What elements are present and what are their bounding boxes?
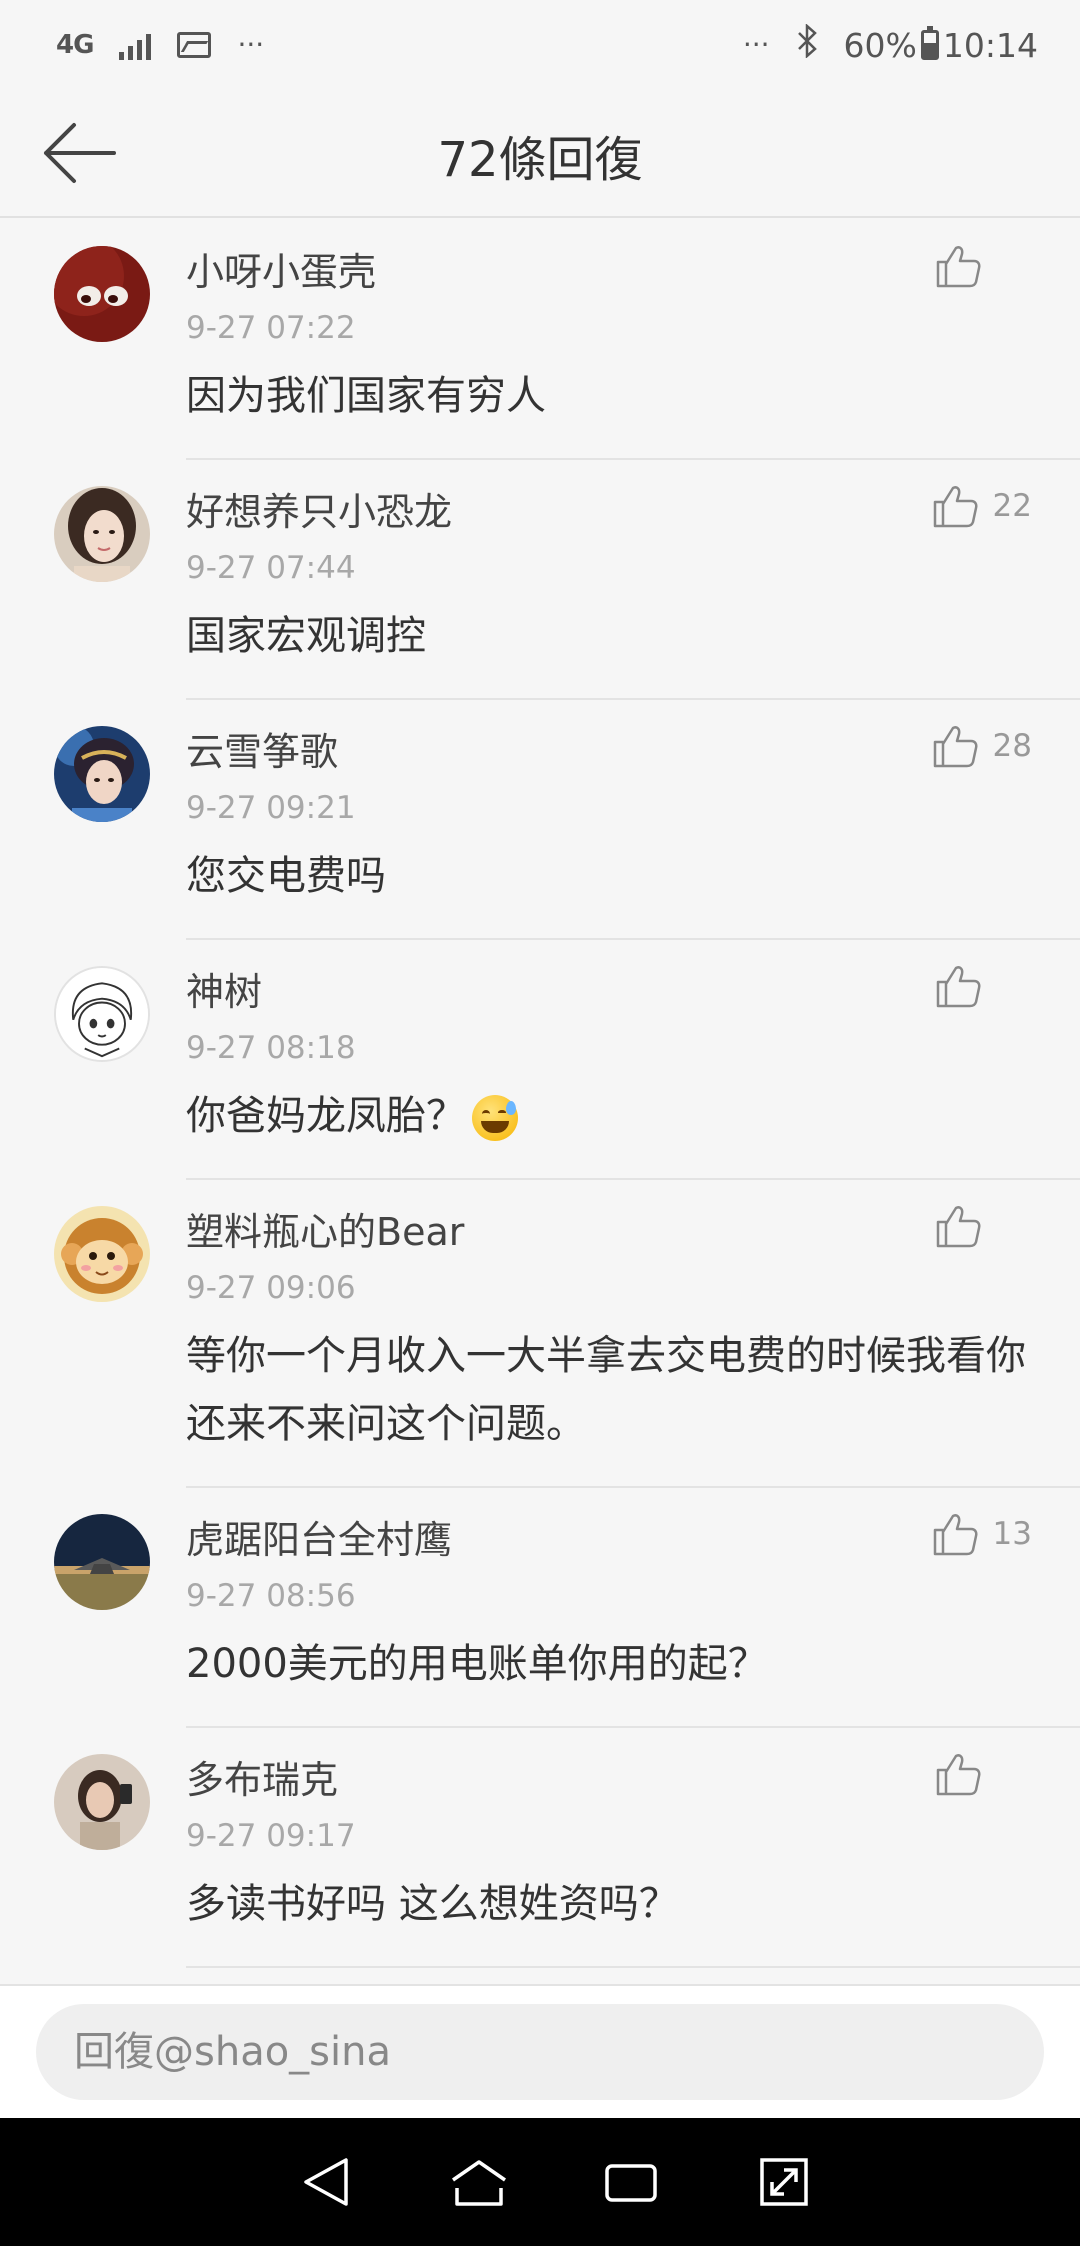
nav-recents-button[interactable] — [586, 2137, 676, 2227]
avatar[interactable] — [54, 246, 150, 342]
comment-time: 9-27 07:22 — [186, 310, 356, 346]
like-count: 28 — [992, 728, 1032, 764]
comment-item[interactable]: 云雪筝歌 9-27 09:21 您交电费吗 28 — [0, 700, 1080, 940]
thumbs-up-icon — [936, 246, 981, 288]
thumbs-up-icon — [933, 726, 978, 768]
nav-expand-button[interactable] — [739, 2137, 829, 2227]
avatar[interactable] — [54, 726, 150, 822]
comment-time: 9-27 08:18 — [186, 1030, 356, 1066]
network-type: 4G — [56, 30, 94, 60]
page-header: 72條回復 — [0, 90, 1080, 218]
comment-item[interactable]: 虎踞阳台全村鹰 9-27 08:56 2000美元的用电账单你用的起？ 13 — [0, 1488, 1080, 1728]
comment-item[interactable]: 好想养只小恐龙 9-27 07:44 国家宏观调控 22 — [0, 460, 1080, 700]
nav-back-icon — [304, 2158, 348, 2206]
battery-percent: 60% — [843, 25, 917, 65]
battery-icon — [920, 26, 939, 60]
nav-home-icon — [451, 2160, 506, 2206]
thumbs-up-icon — [933, 1514, 978, 1556]
comment-text: 您交电费吗 — [186, 853, 386, 899]
like-button[interactable] — [934, 1750, 1032, 1798]
like-count: 13 — [992, 1516, 1032, 1552]
comment-text: 你爸妈龙凤胎？ — [186, 1093, 466, 1139]
more-notifications-icon: ··· — [237, 28, 265, 61]
reply-bar: 回復@shao_sina — [0, 1984, 1080, 2118]
comment-time: 9-27 08:56 — [186, 1578, 356, 1614]
signal-icon — [119, 30, 152, 60]
comment-text: 多读书好吗 这么想姓资吗？ — [186, 1881, 679, 1927]
comment-time: 9-27 09:17 — [186, 1818, 356, 1854]
gallery-notification-icon — [177, 32, 212, 58]
sweat-smile-emoji-icon — [472, 1095, 518, 1141]
thumbs-up-icon — [936, 966, 981, 1008]
status-right: ··· 60% 10:14 — [742, 22, 1038, 67]
comment-item[interactable]: 小呀小蛋壳 9-27 07:22 因为我们国家有穷人 — [0, 220, 1080, 460]
comment-text-row: 你爸妈龙凤胎？ — [186, 1082, 1080, 1166]
comment-text: 因为我们国家有穷人 — [186, 373, 546, 419]
comment-text: 国家宏观调控 — [186, 613, 426, 659]
avatar[interactable] — [54, 1754, 150, 1850]
like-button[interactable]: 13 — [931, 1510, 1032, 1558]
thumbs-up-icon — [936, 1206, 981, 1248]
nav-recents-icon — [605, 2164, 657, 2202]
status-bar: 4G ··· ··· 60% 10:14 — [0, 0, 1080, 90]
comment-item[interactable]: 多布瑞克 9-27 09:17 多读书好吗 这么想姓资吗？ — [0, 1728, 1080, 1968]
page-title: 72條回復 — [437, 132, 643, 188]
like-button[interactable] — [934, 1202, 1032, 1250]
bluetooth-icon — [796, 22, 818, 67]
expand-icon — [760, 2158, 808, 2206]
avatar[interactable] — [54, 486, 150, 582]
avatar[interactable] — [54, 1206, 150, 1302]
comment-item[interactable]: 神树 9-27 08:18 你爸妈龙凤胎？ — [0, 940, 1080, 1180]
comment-item[interactable]: 塑料瓶心的Bear 9-27 09:06 等你一个月收入一大半拿去交电费的时候我… — [0, 1180, 1080, 1488]
comment-time: 9-27 09:21 — [186, 790, 356, 826]
avatar[interactable] — [54, 966, 150, 1062]
comment-text: 等你一个月收入一大半拿去交电费的时候我看你还来不来问这个问题。 — [186, 1333, 1026, 1447]
like-count: 22 — [992, 488, 1032, 524]
nav-home-button[interactable] — [434, 2137, 524, 2227]
like-button[interactable] — [934, 242, 1032, 290]
status-left: 4G ··· — [56, 30, 264, 60]
system-nav-bar — [0, 2118, 1080, 2246]
like-button[interactable]: 28 — [931, 722, 1032, 770]
avatar[interactable] — [54, 1514, 150, 1610]
comment-list[interactable]: 小呀小蛋壳 9-27 07:22 因为我们国家有穷人 好想养只小恐龙 9-27 … — [0, 220, 1080, 1968]
thumbs-up-icon — [936, 1754, 981, 1796]
more-status-icon: ··· — [742, 28, 770, 61]
like-button[interactable]: 22 — [931, 482, 1032, 530]
clock: 10:14 — [942, 25, 1038, 65]
nav-back-button[interactable] — [281, 2137, 371, 2227]
reply-input[interactable]: 回復@shao_sina — [36, 2004, 1044, 2100]
like-button[interactable] — [934, 962, 1032, 1010]
comment-time: 9-27 07:44 — [186, 550, 356, 586]
comment-time: 9-27 09:06 — [186, 1270, 356, 1306]
thumbs-up-icon — [933, 486, 978, 528]
comment-text: 2000美元的用电账单你用的起？ — [186, 1641, 768, 1687]
